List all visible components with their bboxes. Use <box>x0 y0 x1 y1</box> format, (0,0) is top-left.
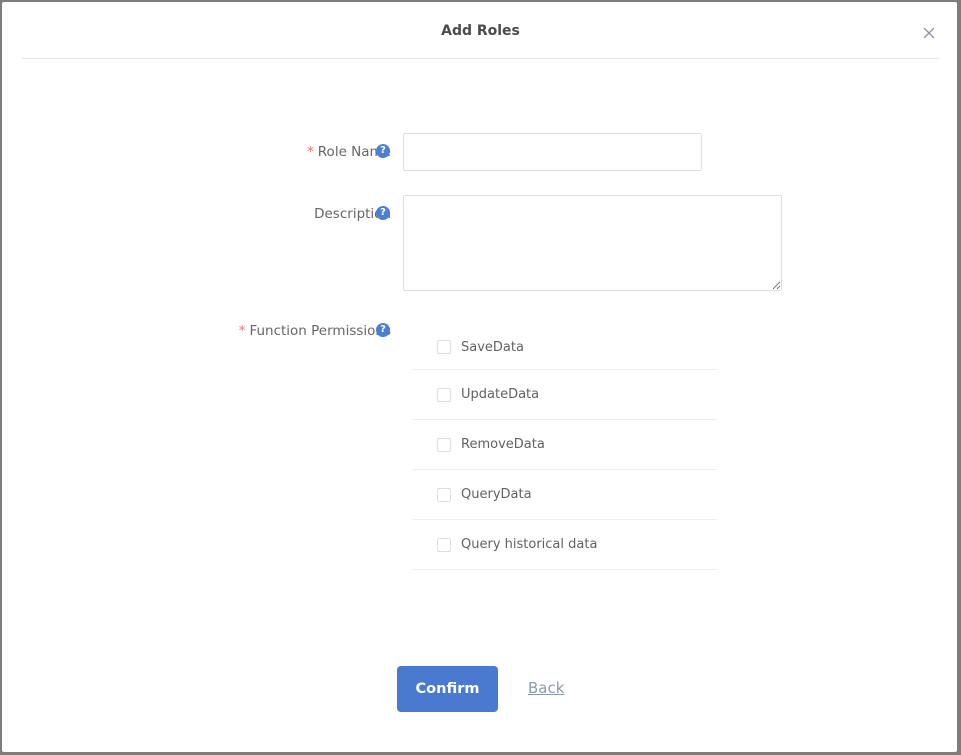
description-row: Description ? <box>2 195 957 295</box>
permission-label: Query historical data <box>461 537 598 552</box>
permission-checkbox-group: SaveData UpdateData RemoveData QueryData… <box>413 323 717 570</box>
help-icon[interactable]: ? <box>376 323 390 337</box>
checkbox[interactable] <box>437 487 451 502</box>
permission-option-updatedata[interactable]: UpdateData <box>413 370 717 420</box>
confirm-button[interactable]: Confirm <box>397 666 498 712</box>
required-mark: * <box>307 144 314 160</box>
checkbox[interactable] <box>437 387 451 402</box>
permission-option-query-historical-data[interactable]: Query historical data <box>413 520 717 570</box>
permission-option-savedata[interactable]: SaveData <box>413 323 717 370</box>
function-permissions-label: * Function Permissions <box>239 323 391 339</box>
permission-label: SaveData <box>461 339 524 355</box>
checkbox[interactable] <box>437 340 451 354</box>
permission-option-removedata[interactable]: RemoveData <box>413 420 717 470</box>
required-mark: * <box>238 323 246 339</box>
permission-option-querydata[interactable]: QueryData <box>413 470 717 520</box>
help-icon[interactable]: ? <box>376 206 390 220</box>
help-icon[interactable]: ? <box>376 144 390 158</box>
permission-label: RemoveData <box>461 437 545 452</box>
permission-label: QueryData <box>461 487 532 502</box>
permission-label: UpdateData <box>461 387 540 402</box>
checkbox[interactable] <box>437 537 451 552</box>
dialog-header: Add Roles <box>22 2 939 59</box>
role-name-input[interactable] <box>403 133 702 171</box>
back-link[interactable]: Back <box>528 679 564 697</box>
close-icon <box>923 27 935 39</box>
description-textarea[interactable] <box>403 195 782 291</box>
function-permissions-label-text: Function Permissions <box>249 323 391 339</box>
checkbox[interactable] <box>437 437 451 452</box>
dialog-title: Add Roles <box>441 23 520 39</box>
add-roles-dialog: Add Roles * Role Name ? Description ? * … <box>2 2 957 752</box>
role-name-row: * Role Name ? <box>2 133 957 173</box>
close-button[interactable] <box>921 25 937 41</box>
